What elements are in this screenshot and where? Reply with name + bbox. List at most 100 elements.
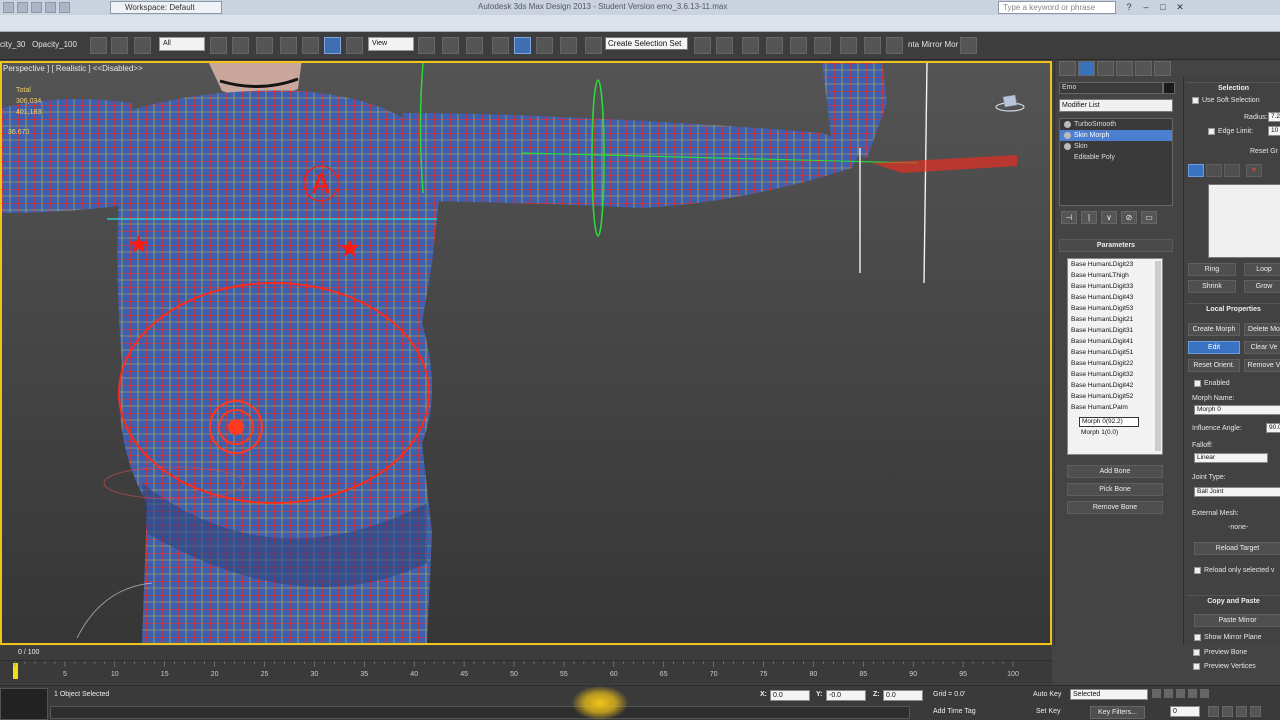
paste-mirror-button[interactable]: Paste Mirror — [1194, 614, 1280, 627]
track-bar[interactable]: 5 10 15 20 25 30 35 40 45 50 55 60 65 70 75 80 85 90 95 100 — [0, 660, 1052, 684]
play-icon[interactable] — [1176, 689, 1185, 698]
list-item[interactable]: Base HumanLPalm — [1068, 402, 1162, 413]
key-mode-dropdown[interactable]: Selected — [1070, 689, 1148, 700]
pin-stack-icon[interactable]: ⊣ — [1061, 211, 1077, 224]
edge-limit-field[interactable]: 10 — [1268, 126, 1280, 136]
hierarchy-tab-icon[interactable] — [1097, 61, 1114, 76]
layer-manager-icon[interactable] — [742, 37, 759, 54]
list-item[interactable]: Base HumanLDigit51 — [1068, 347, 1162, 358]
link-icon[interactable] — [90, 37, 107, 54]
create-morph-button[interactable]: Create Morph — [1188, 323, 1240, 336]
go-to-start-icon[interactable] — [1152, 689, 1161, 698]
bind-space-warp-icon[interactable] — [134, 37, 151, 54]
shrink-button[interactable]: Shrink — [1188, 280, 1236, 293]
select-move-icon[interactable] — [302, 37, 319, 54]
maximize-icon[interactable]: □ — [1156, 1, 1170, 13]
angle-snap-icon[interactable] — [514, 37, 531, 54]
schematic-view-icon[interactable] — [814, 37, 831, 54]
parameters-rollout-header[interactable]: Parameters — [1059, 239, 1173, 252]
maxscript-listener[interactable] — [0, 688, 48, 720]
display-tab-icon[interactable] — [1135, 61, 1152, 76]
go-to-end-icon[interactable] — [1200, 689, 1209, 698]
list-item[interactable]: Base HumanLDigit21 — [1068, 314, 1162, 325]
lightbulb-icon[interactable] — [1064, 121, 1071, 128]
preview-bone-checkbox[interactable] — [1193, 649, 1200, 656]
radius-field[interactable]: 7.2 — [1268, 112, 1280, 122]
soft-select-mode-icon[interactable] — [1188, 164, 1204, 177]
show-end-result-icon[interactable]: | — [1081, 211, 1097, 224]
select-by-name-icon[interactable] — [232, 37, 249, 54]
list-item[interactable]: Base HumanLDigit43 — [1068, 292, 1162, 303]
show-mirror-plane-checkbox[interactable] — [1194, 634, 1201, 641]
stack-item-turbosmooth[interactable]: TurboSmooth — [1060, 119, 1172, 130]
ref-coord-dropdown[interactable]: View — [368, 37, 414, 51]
expand-icon[interactable] — [1064, 154, 1071, 161]
delete-morph-button[interactable]: Delete Mo — [1244, 323, 1280, 336]
motion-tab-icon[interactable] — [1116, 61, 1133, 76]
close-icon[interactable]: ✕ — [1173, 1, 1187, 13]
remove-verts-button[interactable]: Remove V — [1244, 359, 1280, 372]
auto-key-button[interactable]: Auto Key — [1033, 691, 1061, 698]
reset-orient-button[interactable]: Reset Orient. — [1188, 359, 1240, 372]
modifier-list-dropdown[interactable]: Modifier List — [1059, 99, 1173, 112]
reload-target-button[interactable]: Reload Target — [1194, 542, 1280, 555]
reset-graph-button[interactable]: Reset Gr — [1250, 147, 1278, 156]
perspective-viewport[interactable]: Ⓐ ★ ★ Perspective ] [ Realistic ] <<Disa… — [0, 61, 1052, 645]
lightbulb-icon[interactable] — [1064, 143, 1071, 150]
list-item[interactable]: Base HumanLDigit33 — [1068, 281, 1162, 292]
list-item[interactable]: Base HumanLDigit23 — [1068, 259, 1162, 270]
workspace-dropdown[interactable]: Workspace: Default — [110, 1, 222, 14]
paint-mode-icon[interactable] — [1224, 164, 1240, 177]
pivot-center-icon[interactable] — [418, 37, 435, 54]
remove-modifier-icon[interactable]: ⊘ — [1121, 211, 1137, 224]
list-item[interactable]: Base HumanLDigit42 — [1068, 380, 1162, 391]
list-item[interactable]: Base HumanLDigit41 — [1068, 336, 1162, 347]
percent-snap-icon[interactable] — [536, 37, 553, 54]
object-name-field[interactable]: Emo — [1059, 82, 1163, 94]
select-scale-icon[interactable] — [346, 37, 363, 54]
list-item[interactable]: Base HumanLThigh — [1068, 270, 1162, 281]
delete-point-icon[interactable]: ✕ — [1246, 164, 1262, 177]
modifier-stack[interactable]: TurboSmooth Skin Morph Skin Editable Pol… — [1059, 118, 1173, 206]
curve-mode-icon[interactable] — [1206, 164, 1222, 177]
grow-button[interactable]: Grow — [1244, 280, 1280, 293]
key-filters-button[interactable]: Key Filters... — [1090, 706, 1145, 719]
undo-icon[interactable] — [45, 2, 56, 13]
select-rotate-icon[interactable] — [324, 37, 341, 54]
open-file-icon[interactable] — [17, 2, 28, 13]
keyboard-shortcut-icon[interactable] — [466, 37, 483, 54]
search-input[interactable]: Type a keyword or phrase — [998, 1, 1116, 14]
make-unique-icon[interactable]: ∨ — [1101, 211, 1117, 224]
x-field[interactable]: 0.0 — [770, 690, 810, 701]
select-object-icon[interactable] — [210, 37, 227, 54]
spinner-snap-icon[interactable] — [560, 37, 577, 54]
render-setup-icon[interactable] — [864, 37, 881, 54]
create-selection-set-field[interactable]: Create Selection Set — [605, 37, 688, 50]
morph-name-field[interactable]: Morph 0 — [1194, 405, 1280, 415]
z-field[interactable]: 0.0 — [883, 690, 923, 701]
stack-item-editable-poly[interactable]: Editable Poly — [1060, 152, 1172, 163]
clear-verts-button[interactable]: Clear Ve — [1244, 341, 1280, 354]
falloff-graph[interactable] — [1208, 184, 1280, 258]
morph-1-item[interactable]: Morph 1(0.0) — [1081, 429, 1118, 436]
morph-0-item[interactable]: Morph 0(92.2) — [1079, 417, 1139, 427]
utilities-tab-icon[interactable] — [1154, 61, 1171, 76]
select-manipulate-icon[interactable] — [442, 37, 459, 54]
influence-angle-field[interactable]: 90.0 — [1266, 423, 1280, 433]
pick-bone-button[interactable]: Pick Bone — [1067, 483, 1163, 496]
selection-rollout-header[interactable]: Selection — [1186, 82, 1280, 93]
copy-paste-header[interactable]: Copy and Paste — [1186, 595, 1280, 606]
object-color-swatch[interactable] — [1163, 82, 1175, 94]
toolbar-dropdown-icon[interactable] — [960, 37, 977, 54]
material-editor-icon[interactable] — [840, 37, 857, 54]
orbit-icon[interactable] — [1250, 706, 1261, 717]
minimize-icon[interactable]: – — [1139, 1, 1153, 13]
edit-named-sel-icon[interactable] — [585, 37, 602, 54]
window-crossing-icon[interactable] — [280, 37, 297, 54]
add-bone-button[interactable]: Add Bone — [1067, 465, 1163, 478]
save-file-icon[interactable] — [31, 2, 42, 13]
create-tab-icon[interactable] — [1059, 61, 1076, 76]
configure-sets-icon[interactable]: ▭ — [1141, 211, 1157, 224]
lightbulb-icon[interactable] — [1064, 132, 1071, 139]
time-slider[interactable]: 0 / 100 — [0, 646, 1052, 660]
